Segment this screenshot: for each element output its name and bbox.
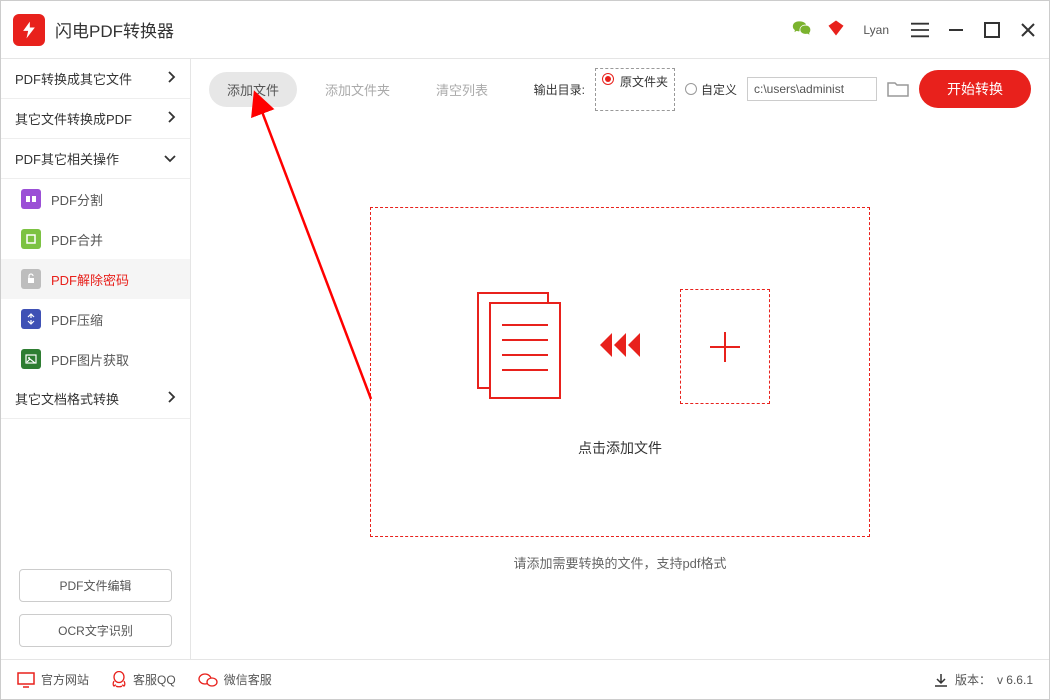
- sidebar-group-other-docs[interactable]: 其它文档格式转换: [1, 379, 190, 419]
- output-group: 输出目录: 原文件夹 自定义 开始转换: [534, 68, 1031, 111]
- drop-hint-text: 请添加需要转换的文件，支持pdf格式: [513, 553, 726, 572]
- lightning-icon: [19, 20, 39, 40]
- chevron-right-icon: [166, 71, 176, 86]
- radio-icon: [602, 73, 614, 85]
- compress-icon: [21, 309, 41, 329]
- documents-icon: [470, 285, 570, 408]
- clear-list-button[interactable]: 清空列表: [418, 72, 506, 107]
- minimize-button[interactable]: [947, 21, 965, 39]
- monitor-icon: [17, 672, 35, 688]
- merge-icon: [21, 229, 41, 249]
- sidebar-item-label: PDF分割: [51, 190, 103, 209]
- sidebar-item-pdf-split[interactable]: PDF分割: [1, 179, 190, 219]
- add-folder-button[interactable]: 添加文件夹: [307, 72, 408, 107]
- output-label: 输出目录:: [534, 81, 585, 98]
- pdf-edit-button[interactable]: PDF文件编辑: [19, 569, 172, 602]
- sidebar-item-pdf-merge[interactable]: PDF合并: [1, 219, 190, 259]
- sidebar-group-other-to-pdf[interactable]: 其它文件转换成PDF: [1, 99, 190, 139]
- footer-wechat[interactable]: 微信客服: [198, 671, 272, 688]
- footer-label: 客服QQ: [133, 671, 176, 688]
- body: PDF转换成其它文件 其它文件转换成PDF PDF其它相关操作 PDF分割 PD…: [1, 59, 1049, 659]
- user-name[interactable]: Lyan: [863, 23, 889, 37]
- version-value: v 6.6.1: [997, 673, 1033, 687]
- sidebar-group-pdf-to-other[interactable]: PDF转换成其它文件: [1, 59, 190, 99]
- radio-custom-folder[interactable]: 自定义: [685, 81, 737, 98]
- output-path-input[interactable]: [747, 77, 877, 101]
- sidebar-item-pdf-unlock[interactable]: PDF解除密码: [1, 259, 190, 299]
- main-area: 添加文件 添加文件夹 清空列表 输出目录: 原文件夹 自定义: [191, 59, 1049, 659]
- maximize-button[interactable]: [983, 21, 1001, 39]
- sidebar: PDF转换成其它文件 其它文件转换成PDF PDF其它相关操作 PDF分割 PD…: [1, 59, 191, 659]
- wechat-icon[interactable]: [791, 18, 813, 41]
- sidebar-group-label: PDF其它相关操作: [15, 149, 119, 168]
- sidebar-item-pdf-compress[interactable]: PDF压缩: [1, 299, 190, 339]
- sidebar-item-label: PDF压缩: [51, 310, 103, 329]
- footer: 官方网站 客服QQ 微信客服 版本： v 6.6.1: [1, 659, 1049, 699]
- sidebar-bottom: PDF文件编辑 OCR文字识别: [1, 557, 190, 659]
- version-label: 版本：: [955, 671, 991, 688]
- titlebar-right: Lyan: [791, 18, 1037, 41]
- toolbar: 添加文件 添加文件夹 清空列表 输出目录: 原文件夹 自定义: [191, 59, 1049, 119]
- footer-label: 官方网站: [41, 671, 89, 688]
- chevron-down-icon: [164, 151, 176, 166]
- app-logo: [13, 14, 45, 46]
- window-controls: [911, 21, 1037, 39]
- sidebar-group-label: 其它文档格式转换: [15, 389, 119, 408]
- sidebar-item-label: PDF图片获取: [51, 350, 129, 369]
- footer-label: 微信客服: [224, 671, 272, 688]
- sidebar-item-pdf-image-extract[interactable]: PDF图片获取: [1, 339, 190, 379]
- add-placeholder: [680, 289, 770, 404]
- download-icon: [933, 672, 949, 688]
- chevron-right-icon: [166, 111, 176, 126]
- radio-label: 自定义: [701, 81, 737, 98]
- drop-area: 点击添加文件 请添加需要转换的文件，支持pdf格式: [191, 119, 1049, 659]
- radio-label: 原文件夹: [620, 73, 668, 90]
- sidebar-item-label: PDF合并: [51, 230, 103, 249]
- add-file-button[interactable]: 添加文件: [209, 72, 297, 107]
- app-window: 闪电PDF转换器 Lyan: [0, 0, 1050, 700]
- chevron-right-icon: [166, 391, 176, 406]
- sidebar-group-label: PDF转换成其它文件: [15, 69, 132, 88]
- start-convert-button[interactable]: 开始转换: [919, 70, 1031, 108]
- split-icon: [21, 189, 41, 209]
- menu-button[interactable]: [911, 21, 929, 39]
- drop-click-text: 点击添加文件: [578, 438, 662, 458]
- diamond-icon[interactable]: [827, 19, 845, 40]
- arrows-icon: [600, 330, 650, 363]
- image-icon: [21, 349, 41, 369]
- ocr-button[interactable]: OCR文字识别: [19, 614, 172, 647]
- browse-folder-button[interactable]: [887, 80, 909, 98]
- drop-icons: [470, 285, 770, 408]
- titlebar: 闪电PDF转换器 Lyan: [1, 1, 1049, 59]
- footer-website[interactable]: 官方网站: [17, 671, 89, 688]
- wechat-service-icon: [198, 672, 218, 688]
- sidebar-group-pdf-ops[interactable]: PDF其它相关操作: [1, 139, 190, 179]
- unlock-icon: [21, 269, 41, 289]
- sidebar-item-label: PDF解除密码: [51, 270, 129, 289]
- plus-icon: [705, 327, 745, 367]
- sidebar-group-label: 其它文件转换成PDF: [15, 109, 132, 128]
- close-button[interactable]: [1019, 21, 1037, 39]
- drop-zone[interactable]: 点击添加文件: [370, 207, 870, 537]
- footer-version: 版本： v 6.6.1: [933, 671, 1033, 688]
- footer-qq[interactable]: 客服QQ: [111, 671, 176, 689]
- app-title: 闪电PDF转换器: [55, 17, 174, 42]
- radio-icon: [685, 83, 697, 95]
- radio-source-folder[interactable]: 原文件夹: [595, 68, 675, 111]
- qq-icon: [111, 671, 127, 689]
